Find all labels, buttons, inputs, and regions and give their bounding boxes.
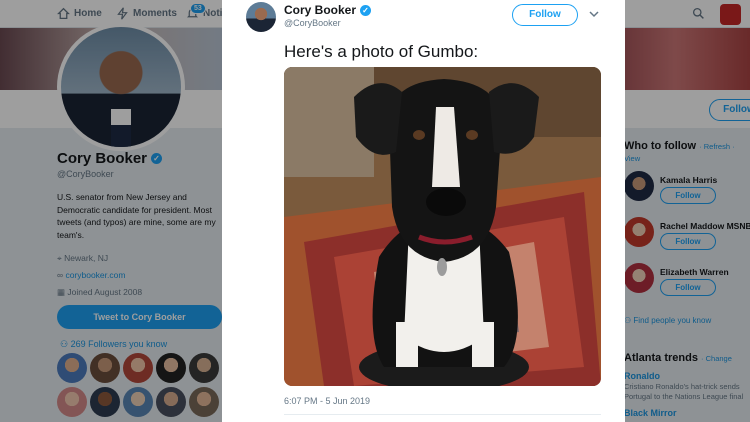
- tweet-modal: Cory Booker ✓ @CoryBooker Follow Here's …: [222, 0, 625, 422]
- tweet-author-avatar[interactable]: [246, 2, 276, 32]
- tweet-author-name-text: Cory Booker: [284, 3, 357, 17]
- chevron-down-icon[interactable]: [589, 10, 599, 18]
- tweet-author-handle[interactable]: @CoryBooker: [284, 18, 341, 28]
- tweet-photo-dog[interactable]: [284, 67, 601, 386]
- verified-icon: ✓: [360, 4, 372, 16]
- tweet-author-name[interactable]: Cory Booker ✓: [284, 3, 372, 17]
- tweet-divider: [284, 414, 601, 415]
- tweet-timestamp[interactable]: 6:07 PM - 5 Jun 2019: [284, 396, 370, 406]
- tweet-follow-button[interactable]: Follow: [512, 4, 578, 26]
- tweet-text: Here's a photo of Gumbo:: [284, 42, 479, 61]
